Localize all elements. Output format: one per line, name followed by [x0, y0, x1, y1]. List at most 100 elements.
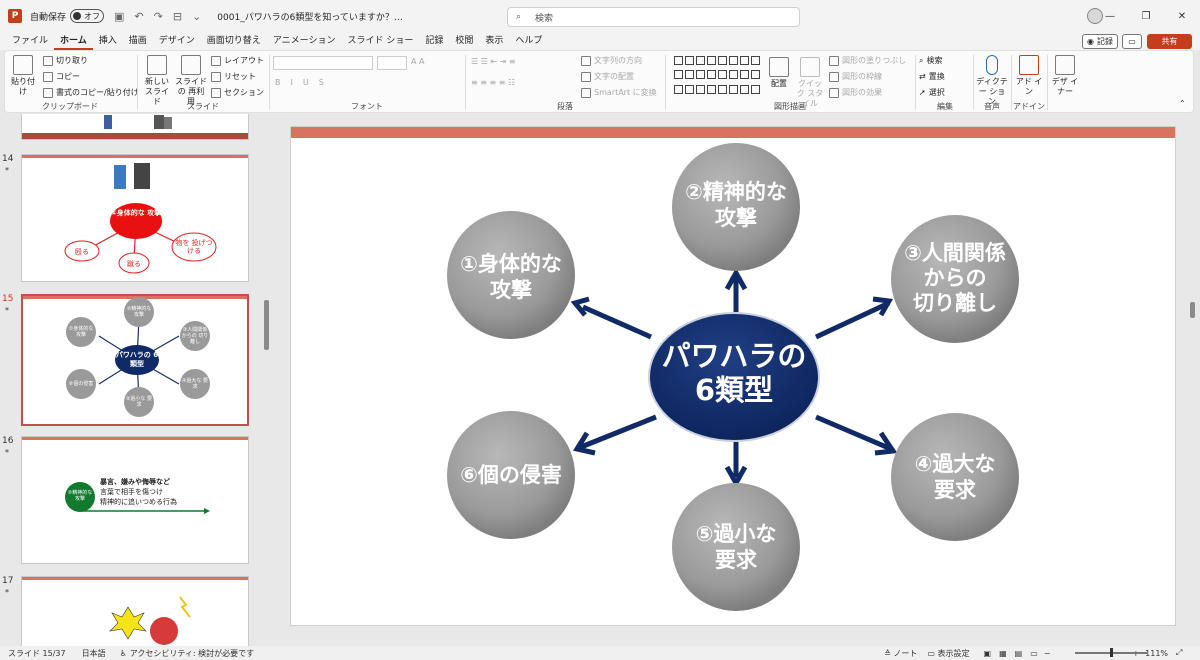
paste-button[interactable]: 貼り付け — [9, 55, 37, 97]
tab-4[interactable]: デザイン — [153, 32, 201, 50]
tab-9[interactable]: 校閲 — [449, 32, 479, 50]
font-size-box[interactable] — [377, 56, 407, 70]
designer-button[interactable]: デザ イナー — [1051, 55, 1079, 97]
strike-button[interactable]: S — [319, 78, 324, 87]
category-5-line2: 要求 — [715, 548, 757, 572]
microphone-icon — [986, 55, 998, 75]
slides-group: 新しい スライド スライドの 再利用 レイアウト リセット セクション スライド — [139, 51, 267, 114]
addins-button[interactable]: アド イン — [1015, 55, 1043, 97]
slide-canvas[interactable]: パワハラの 6類型 ①身体的な 攻撃 ②精神的な 攻撃 ③人間関係 からの 切り… — [290, 126, 1176, 626]
new-slide-icon — [147, 55, 167, 75]
align-text-button[interactable]: 文字の配置 — [581, 71, 634, 82]
sorter-view-icon[interactable]: ▦ — [999, 649, 1007, 658]
list-buttons[interactable]: ☰ ☰ ⇤ ⇥ ≡ — [471, 57, 516, 66]
redo-icon[interactable]: ↷ — [154, 10, 163, 23]
search-icon: ⌕ — [516, 12, 522, 22]
comments-button[interactable]: ▭ — [1122, 34, 1142, 49]
reading-view-icon[interactable]: ▤ — [1015, 649, 1023, 658]
fit-to-window-icon[interactable]: ⤢ — [1176, 648, 1182, 658]
thumb-15-mini: ②精神的な 攻撃 — [126, 306, 152, 318]
slide-thumbnail-14[interactable]: ①身体的な 攻撃 殴る 蹴る 物を 投げつける — [21, 154, 249, 282]
bold-button[interactable]: B — [275, 78, 281, 87]
smartart-icon — [581, 87, 591, 98]
collapse-ribbon-icon[interactable]: ⌃ — [1179, 99, 1186, 108]
copy-button[interactable]: コピー — [43, 71, 80, 82]
search-input[interactable]: ⌕ 検索 — [507, 7, 800, 27]
autosave-toggle[interactable]: オフ — [70, 9, 105, 23]
new-slide-button[interactable]: 新しい スライド — [143, 55, 171, 107]
vertical-scrollbar[interactable] — [1186, 114, 1200, 646]
reuse-slide-button[interactable]: スライドの 再利用 — [175, 55, 207, 107]
close-icon[interactable]: ✕ — [1164, 0, 1200, 32]
customize-qa-icon[interactable]: ⌄ — [192, 10, 201, 23]
find-button[interactable]: ⌕ 検索 — [919, 55, 942, 66]
format-painter-button[interactable]: 書式のコピー/貼り付け — [43, 87, 139, 98]
align-buttons[interactable]: ≡ ≡ ≡ ≡ ☷ — [471, 78, 515, 87]
reset-button[interactable]: リセット — [211, 71, 256, 82]
normal-view-icon[interactable]: ▣ — [984, 649, 992, 658]
smartart-button[interactable]: SmartArt に変換 — [581, 87, 657, 98]
font-group-label: フォント — [351, 102, 383, 111]
tab-2[interactable]: 挿入 — [93, 32, 123, 50]
tab-3[interactable]: 描画 — [123, 32, 153, 50]
zoom-slider-thumb[interactable] — [1110, 648, 1113, 657]
category-4: ④過大な 要求 — [885, 451, 1025, 503]
tab-8[interactable]: 記録 — [419, 32, 449, 50]
font-size-buttons[interactable]: A A — [411, 57, 425, 66]
thumb-15-mini: ①身体的な 攻撃 — [68, 326, 94, 338]
designer-label: デザ イナー — [1051, 77, 1079, 96]
accessibility-status[interactable]: アクセシビリティ: 検討が必要です — [130, 648, 254, 659]
record-button[interactable]: ◉ 記録 — [1082, 34, 1118, 49]
tab-10[interactable]: 表示 — [479, 32, 509, 50]
editing-group: ⌕ 検索 ⇄ 置換 ➚ 選択 編集 — [917, 51, 973, 114]
thumbnail-scrollbar[interactable] — [264, 300, 269, 350]
tab-6[interactable]: アニメーション — [267, 32, 342, 50]
notes-icon: ≙ — [884, 648, 894, 658]
share-label: 共有 — [1161, 37, 1178, 46]
center-title: パワハラの 6類型 — [629, 339, 839, 407]
section-button[interactable]: セクション — [211, 87, 264, 98]
zoom-level[interactable]: 111% — [1145, 649, 1168, 658]
italic-button[interactable]: I — [291, 78, 293, 87]
scroll-thumb[interactable] — [1190, 302, 1195, 318]
maximize-icon[interactable]: ❐ — [1128, 0, 1164, 32]
zoom-out-icon[interactable]: − — [1044, 649, 1051, 658]
thumb-15-mini: ④過大な 要求 — [181, 378, 209, 390]
shape-outline-button[interactable]: 図形の枠線 — [829, 71, 882, 82]
slide-thumbnail-15[interactable]: パワハラの 6類型 ①身体的な 攻撃 ②精神的な 攻撃 ③人間関係 からの 切り… — [21, 294, 249, 426]
replace-button[interactable]: ⇄ 置換 — [919, 71, 945, 82]
select-button[interactable]: ➚ 選択 — [919, 87, 945, 98]
share-button[interactable]: 共有 — [1147, 34, 1192, 49]
cut-button[interactable]: 切り取り — [43, 55, 88, 66]
save-icon[interactable]: ▣ — [114, 10, 124, 23]
tab-7[interactable]: スライド ショー — [341, 32, 419, 50]
category-1: ①身体的な 攻撃 — [441, 251, 581, 303]
arrange-button[interactable]: 配置 — [767, 57, 791, 89]
shapes-gallery[interactable] — [674, 56, 760, 98]
tab-5[interactable]: 画面切り替え — [201, 32, 267, 50]
font-name-box[interactable] — [273, 56, 373, 70]
slideshow-view-icon[interactable]: ▭ — [1030, 649, 1038, 658]
layout-button[interactable]: レイアウト — [211, 55, 264, 66]
underline-button[interactable]: U — [303, 78, 309, 87]
tab-11[interactable]: ヘルプ — [509, 32, 548, 50]
slide-thumbnail-16[interactable]: ②精神的な 攻撃 暴言、嫌みや侮辱など 言葉で相手を傷つけ 精神的に追いつめる行… — [21, 436, 249, 564]
language-indicator[interactable]: 日本語 — [82, 648, 106, 659]
tab-0[interactable]: ファイル — [6, 32, 54, 50]
tab-1[interactable]: ホーム — [54, 32, 93, 50]
notes-button[interactable]: ≙ ノート — [884, 648, 917, 659]
shape-effects-button[interactable]: 図形の効果 — [829, 87, 882, 98]
slide-thumbnail-17[interactable] — [21, 576, 249, 646]
brush-icon — [43, 87, 53, 98]
display-settings-button[interactable]: ▭ 表示設定 — [927, 648, 969, 659]
slide-thumbnail-13[interactable] — [21, 114, 249, 140]
minimize-icon[interactable]: — — [1092, 0, 1128, 32]
dictate-button[interactable]: ディクテー ション — [975, 55, 1009, 107]
text-direction-button[interactable]: 文字列の方向 — [581, 55, 642, 66]
thumb-15-mini: ③人間関係 からの 切り離し — [181, 327, 209, 345]
undo-icon[interactable]: ↶ — [134, 10, 143, 23]
present-icon[interactable]: ⊟ — [173, 10, 182, 23]
designer-icon — [1055, 55, 1075, 75]
shape-fill-button[interactable]: 図形の塗りつぶし — [829, 55, 906, 66]
addins-group: アド イン アドイン — [1013, 51, 1045, 114]
